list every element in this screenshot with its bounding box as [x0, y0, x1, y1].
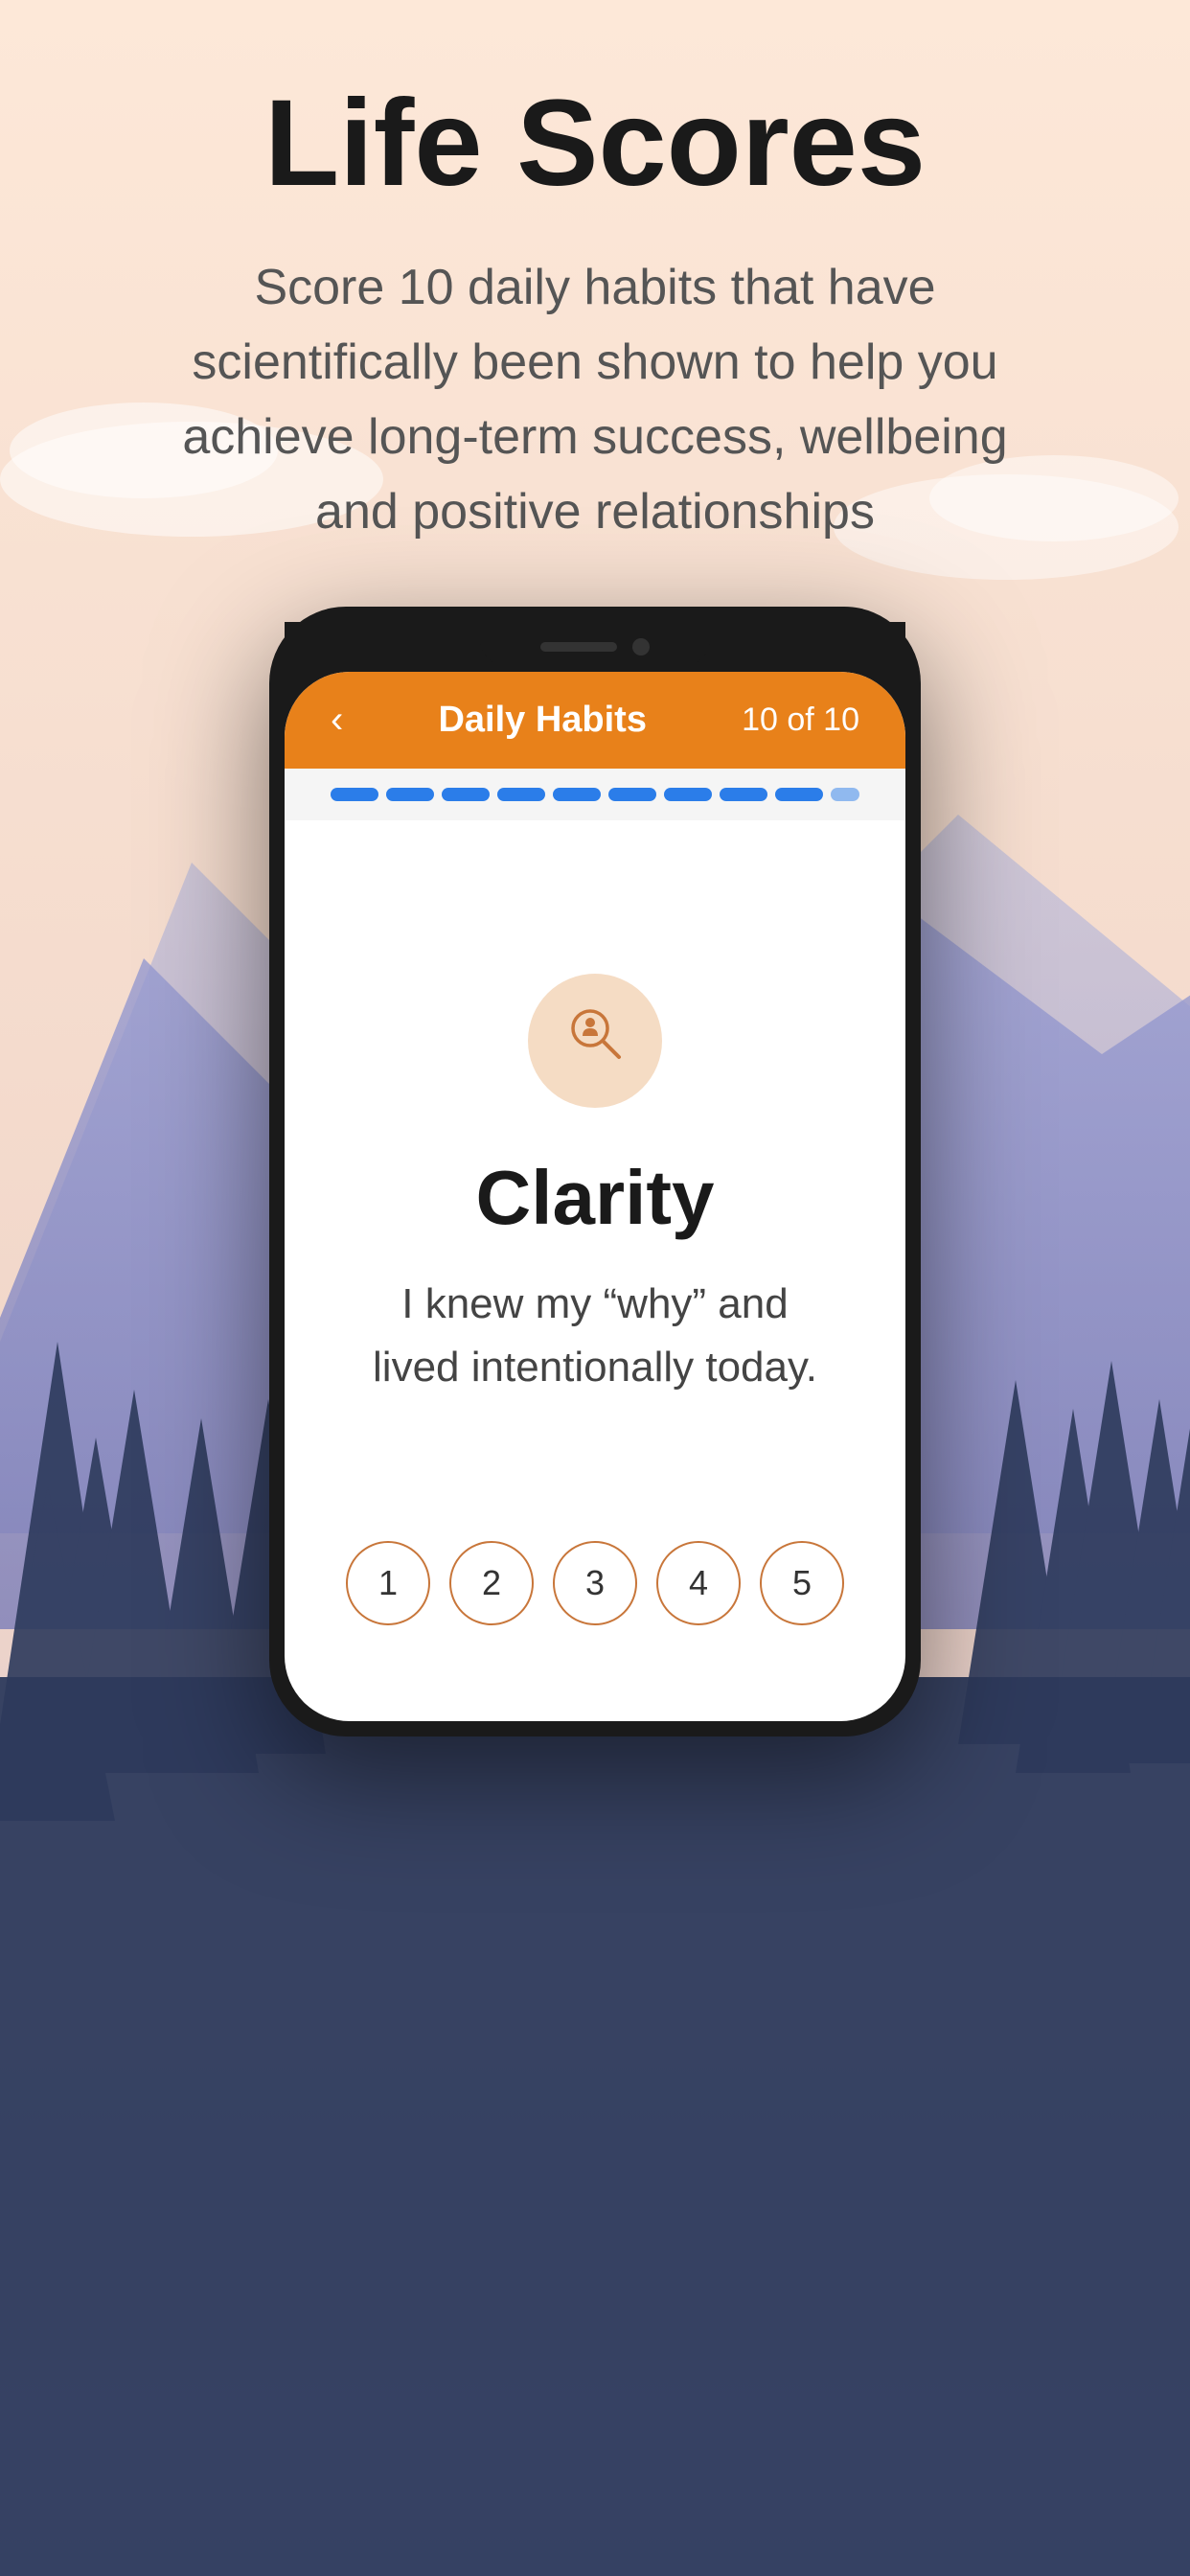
notch-camera	[632, 638, 650, 656]
phone-notch	[285, 622, 905, 672]
score-buttons: 12345	[346, 1541, 844, 1625]
progress-dot-3	[442, 788, 490, 801]
progress-dot-1	[331, 788, 378, 801]
progress-dot-5	[553, 788, 601, 801]
score-button-3[interactable]: 3	[553, 1541, 637, 1625]
phone-mockup: ‹ Daily Habits 10 of 10	[0, 607, 1190, 1736]
page-subtitle: Score 10 daily habits that have scientif…	[164, 250, 1026, 549]
back-button[interactable]: ‹	[331, 699, 343, 742]
card-description: I knew my “why” and lived intentionally …	[365, 1273, 825, 1399]
progress-dot-2	[386, 788, 434, 801]
score-button-2[interactable]: 2	[449, 1541, 534, 1625]
score-button-1[interactable]: 1	[346, 1541, 430, 1625]
page-title: Life Scores	[77, 77, 1113, 212]
progress-bar	[285, 769, 905, 820]
app-header: ‹ Daily Habits 10 of 10	[285, 672, 905, 769]
header-count: 10 of 10	[742, 702, 859, 739]
score-button-5[interactable]: 5	[760, 1541, 844, 1625]
habit-card: Clarity I knew my “why” and lived intent…	[304, 840, 886, 1702]
score-button-4[interactable]: 4	[656, 1541, 741, 1625]
card-icon-wrapper	[528, 974, 662, 1108]
notch-speaker	[540, 642, 617, 652]
clarity-icon	[561, 1000, 629, 1081]
header-title: Daily Habits	[438, 700, 647, 741]
card-title: Clarity	[476, 1154, 715, 1242]
progress-dot-4	[497, 788, 545, 801]
progress-dot-9	[775, 788, 823, 801]
progress-dot-6	[608, 788, 656, 801]
progress-dot-7	[664, 788, 712, 801]
progress-dot-10	[831, 788, 859, 801]
progress-dot-8	[720, 788, 767, 801]
